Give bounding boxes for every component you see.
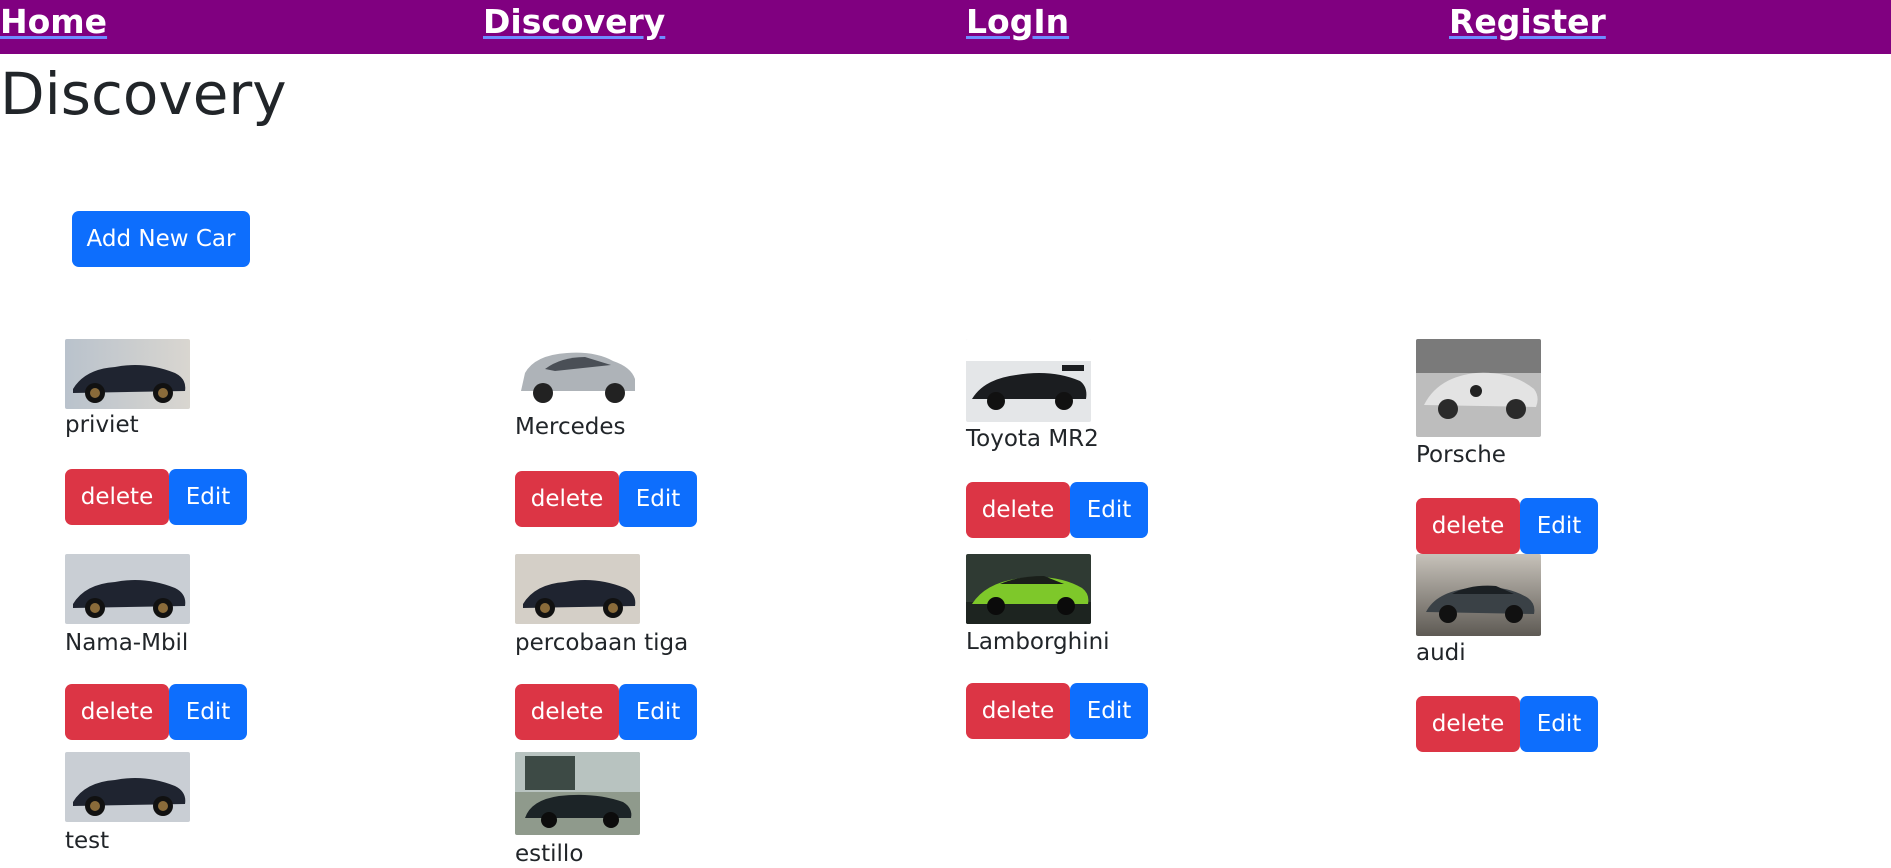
car-card: audi delete Edit — [1416, 554, 1598, 752]
delete-button[interactable]: delete — [966, 482, 1070, 538]
edit-button[interactable]: Edit — [1520, 498, 1598, 554]
car-card: Mercedes delete Edit — [515, 339, 697, 527]
car-image — [966, 339, 1091, 422]
car-card: estillo — [515, 752, 640, 867]
edit-button[interactable]: Edit — [1070, 482, 1148, 538]
edit-button[interactable]: Edit — [169, 684, 247, 740]
car-name: test — [65, 828, 110, 854]
delete-button[interactable]: delete — [966, 683, 1070, 739]
delete-button[interactable]: delete — [515, 471, 619, 527]
car-name: priviet — [65, 412, 139, 438]
car-name: Toyota MR2 — [966, 426, 1099, 452]
delete-button[interactable]: delete — [65, 684, 169, 740]
car-card: Porsche delete Edit — [1416, 339, 1598, 554]
car-image — [515, 752, 640, 835]
edit-button[interactable]: Edit — [169, 469, 247, 525]
car-name: estillo — [515, 841, 584, 867]
car-name: Lamborghini — [966, 629, 1110, 655]
car-card: Nama-Mbil delete Edit — [65, 554, 247, 740]
car-image — [1416, 339, 1541, 437]
car-image — [65, 752, 190, 822]
car-name: Porsche — [1416, 442, 1506, 468]
delete-button[interactable]: delete — [515, 684, 619, 740]
page-title: Discovery — [0, 60, 287, 128]
nav-link-register[interactable]: Register — [1449, 2, 1606, 41]
car-name: Nama-Mbil — [65, 630, 189, 656]
car-name: Mercedes — [515, 414, 626, 440]
car-image — [515, 339, 640, 409]
nav-link-discovery[interactable]: Discovery — [483, 2, 665, 41]
delete-button[interactable]: delete — [1416, 696, 1520, 752]
car-card: priviet delete Edit — [65, 339, 247, 525]
edit-button[interactable]: Edit — [619, 471, 697, 527]
car-name: percobaan tiga — [515, 630, 689, 656]
car-name: audi — [1416, 640, 1466, 666]
car-image — [65, 339, 190, 409]
car-card: Lamborghini delete Edit — [966, 554, 1148, 739]
edit-button[interactable]: Edit — [1070, 683, 1148, 739]
car-card: percobaan tiga delete Edit — [515, 554, 697, 740]
car-image — [65, 554, 190, 624]
edit-button[interactable]: Edit — [1520, 696, 1598, 752]
edit-button[interactable]: Edit — [619, 684, 697, 740]
car-card: test — [65, 752, 190, 854]
delete-button[interactable]: delete — [1416, 498, 1520, 554]
car-card: Toyota MR2 delete Edit — [966, 339, 1148, 538]
car-image — [515, 554, 640, 624]
navbar: Home Discovery LogIn Register — [0, 0, 1891, 54]
nav-link-home[interactable]: Home — [0, 2, 107, 41]
car-image — [1416, 554, 1541, 636]
car-image — [966, 554, 1091, 624]
delete-button[interactable]: delete — [65, 469, 169, 525]
nav-link-login[interactable]: LogIn — [966, 2, 1069, 41]
add-new-car-button[interactable]: Add New Car — [72, 211, 250, 267]
